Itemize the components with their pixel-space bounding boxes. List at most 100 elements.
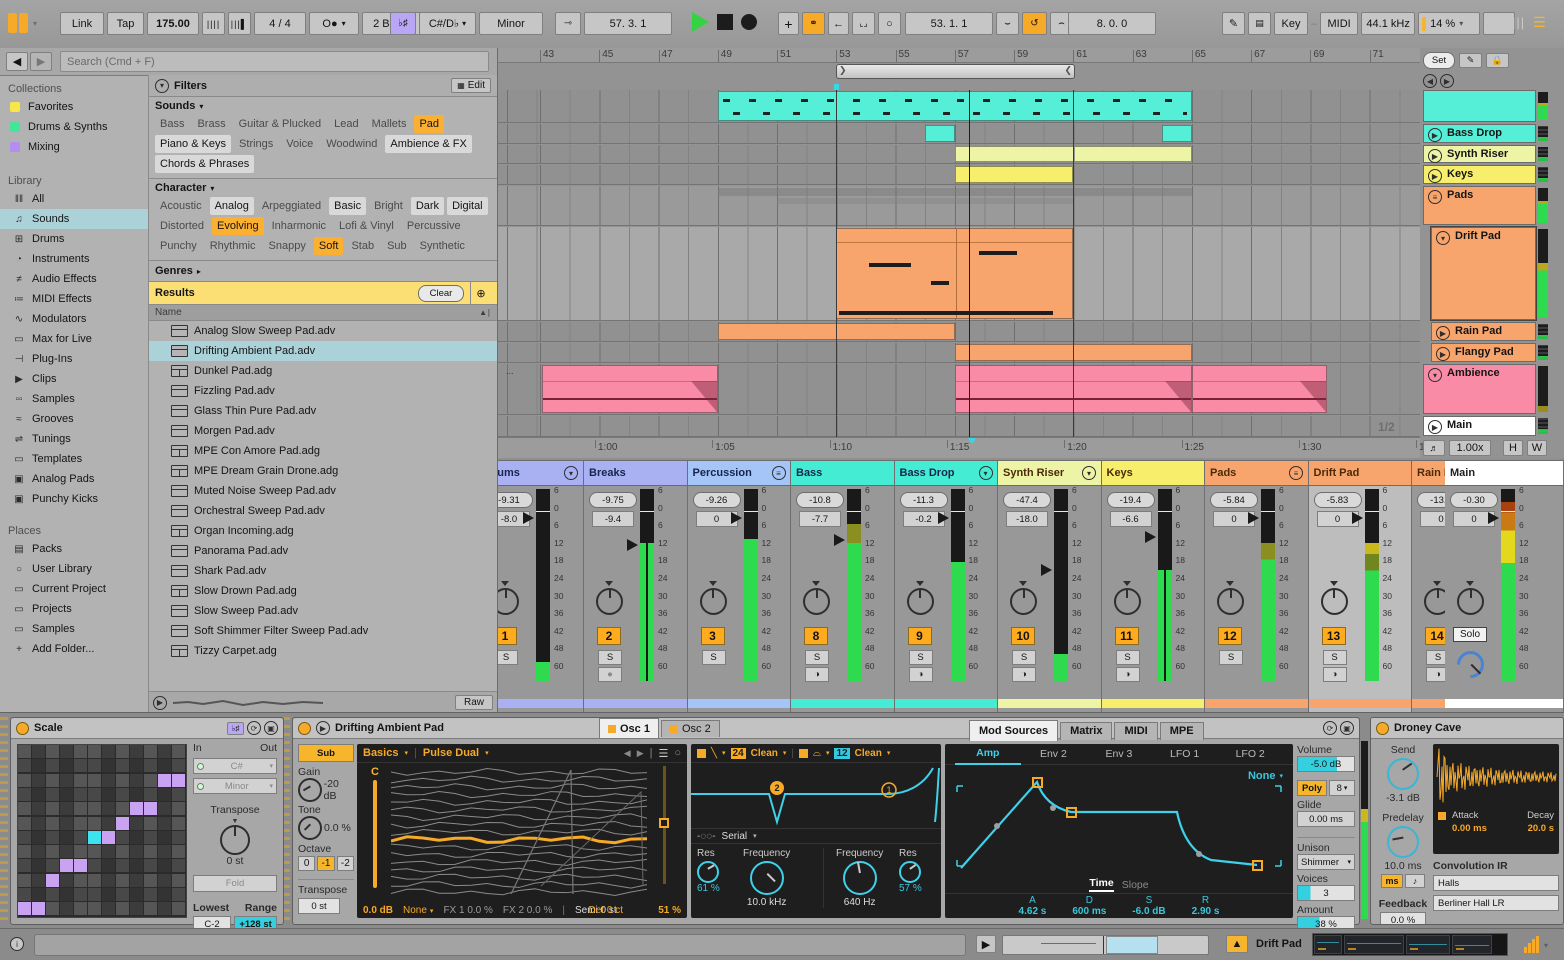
loop-start-field[interactable]: 53. 1. 1 [905,12,993,35]
track-header-drift-pad[interactable]: ▾ Drift Pad [1430,226,1537,321]
scale-grid-cell[interactable] [116,802,129,816]
amp-envelope-display[interactable] [949,768,1289,874]
subtab-lfo-1[interactable]: LFO 1 [1152,745,1218,764]
peak-level-badge[interactable]: -10.8 [796,492,844,508]
time-ruler[interactable]: 1:001:051:101:151:201:251:301:35 [498,437,1439,458]
scale-grid-cell[interactable] [18,830,31,844]
send-knob[interactable] [1387,758,1419,790]
scale-grid-cell[interactable] [32,745,45,758]
browser-result-item[interactable]: Organ Incoming.adg [149,521,497,541]
chev-icon[interactable]: ▾ [978,466,993,480]
solo-button[interactable]: S [598,650,622,665]
group-icon[interactable]: ≡ [1289,466,1303,480]
scale-grid-cell[interactable] [144,888,157,901]
scale-grid-cell[interactable] [130,745,143,758]
osc2-tab[interactable]: Osc 2 [660,719,720,737]
track-header-keys[interactable]: ▶ Keys [1423,165,1536,184]
track-number-box[interactable]: 8 [804,627,828,645]
scale-grid-cell[interactable] [130,773,143,787]
subtab-env-2[interactable]: Env 2 [1021,745,1087,764]
device-on-toggle[interactable] [16,721,29,735]
scale-grid-cell[interactable] [130,787,143,801]
solo-button[interactable]: S [701,650,726,665]
volume-field[interactable]: -18.0 [1006,511,1048,527]
device-rail[interactable] [284,717,290,923]
mixer-channel-synth-riser[interactable]: Synth Riser ▾ -47.4 -18.0 6 0 6 12 18 24 30 36 42 48 6… [998,461,1102,713]
clip-ambience[interactable] [1191,365,1327,413]
filter2-slope-badge[interactable]: 12 [834,747,850,759]
attack-value[interactable]: 4.62 s [1019,906,1047,917]
scale-grid-cell[interactable] [32,859,45,873]
sub-tone-knob[interactable] [298,816,322,840]
decay-value[interactable]: 600 ms [1072,906,1106,917]
sort-ascending-icon[interactable]: ▲∣ [479,308,491,317]
mixer-channel-keys[interactable]: Keys -19.4 -6.6 6 0 6 12 18 24 30 36 42 48 60 11 S ◑ [1101,461,1205,713]
res2-value[interactable]: 57 % [899,883,922,894]
sidebar-item-drums[interactable]: ⊞ Drums [0,229,148,249]
edit-filters-button[interactable]: ▦ Edit [451,78,491,93]
scale-grid-cell[interactable] [88,830,101,844]
scale-grid-cell[interactable] [158,816,171,830]
filter1-type-icon[interactable]: ╲ [711,748,717,759]
filter-tag-sub[interactable]: Sub [382,237,412,255]
scale-grid-cell[interactable] [144,745,157,758]
preview-play-icon[interactable]: ▶ [153,695,167,710]
scale-grid-cell[interactable] [18,745,31,758]
monitor-button[interactable]: ◑ [1115,667,1140,682]
stop-button[interactable] [717,14,733,30]
clip-drift-pad[interactable] [836,228,1074,319]
midi-map-button[interactable]: MIDI [1320,12,1359,35]
volume-fader-handle[interactable] [1144,530,1156,543]
wavetable-category-menu[interactable]: Basics [363,747,398,759]
automation-mode-button[interactable]: ⚭ [802,12,825,35]
pan-knob[interactable] [1113,588,1141,615]
sidebar-item-plug-ins[interactable]: ⊣ Plug-Ins [0,349,148,369]
character-filter-title[interactable]: Character [155,182,206,194]
channel-header[interactable]: Keys [1101,461,1205,486]
scale-grid-cell[interactable] [60,902,73,916]
mixer-channel-pads[interactable]: Pads ≡ -5.84 0 6 0 6 12 18 24 30 36 42 48 60 12 S [1205,461,1309,713]
scale-grid-cell[interactable] [144,787,157,801]
browser-result-item[interactable]: Drifting Ambient Pad.adv [149,341,497,361]
scale-grid-cell[interactable] [102,816,115,830]
pan-knob[interactable] [803,588,830,615]
filter2-res-knob[interactable] [899,861,921,883]
device-rail[interactable] [0,717,8,923]
session-record-button[interactable]: ○ [878,12,901,35]
peak-level-badge[interactable]: -5.84 [1210,492,1258,508]
filter-tag-acoustic[interactable]: Acoustic [155,197,207,215]
scale-grid-cell[interactable] [32,888,45,901]
channel-header[interactable]: Breaks [584,461,687,486]
scale-grid-cell[interactable] [130,759,143,773]
scale-awareness-icon[interactable]: ♭♯ [227,721,244,735]
sidebar-item-add-folder-[interactable]: + Add Folder... [0,639,148,659]
solo-button[interactable]: S [908,650,933,665]
filter-tag-snappy[interactable]: Snappy [264,237,311,255]
tone-value[interactable]: 0.0 % [324,822,351,834]
glide-field[interactable]: 0.00 ms [1297,811,1355,827]
sub-gain-knob[interactable] [298,778,322,802]
save-preset-icon[interactable]: ▣ [1340,721,1354,735]
scale-grid-cell[interactable] [18,759,31,773]
subtab-amp[interactable]: Amp [955,744,1021,765]
scale-grid-cell[interactable] [46,773,59,787]
group-icon[interactable]: ≡ [771,466,786,480]
sidebar-item-grooves[interactable]: ≈ Grooves [0,409,148,429]
scale-grid-cell[interactable] [130,859,143,873]
scale-grid-cell[interactable] [32,830,45,844]
octave-button--2[interactable]: -2 [336,856,354,871]
scale-grid-cell[interactable] [18,888,31,901]
filter1-res-knob[interactable] [697,861,719,883]
scale-grid-cell[interactable] [172,888,185,901]
filter-tag-piano-keys[interactable]: Piano & Keys [155,135,232,153]
track-header-bass-drop[interactable]: ▶ Bass Drop [1423,124,1536,143]
groove-amount-button[interactable]: O● ▾ [309,12,359,35]
optimize-width-button[interactable]: W [1527,440,1547,456]
scale-grid-cell[interactable] [88,802,101,816]
track-number-box[interactable]: 2 [597,627,621,645]
scale-transpose-knob[interactable] [220,825,250,855]
scale-grid-cell[interactable] [102,845,115,859]
device-thumbnail[interactable] [1452,935,1492,954]
scale-grid-cell[interactable] [18,802,31,816]
chev-icon[interactable]: ▾ [564,466,578,480]
